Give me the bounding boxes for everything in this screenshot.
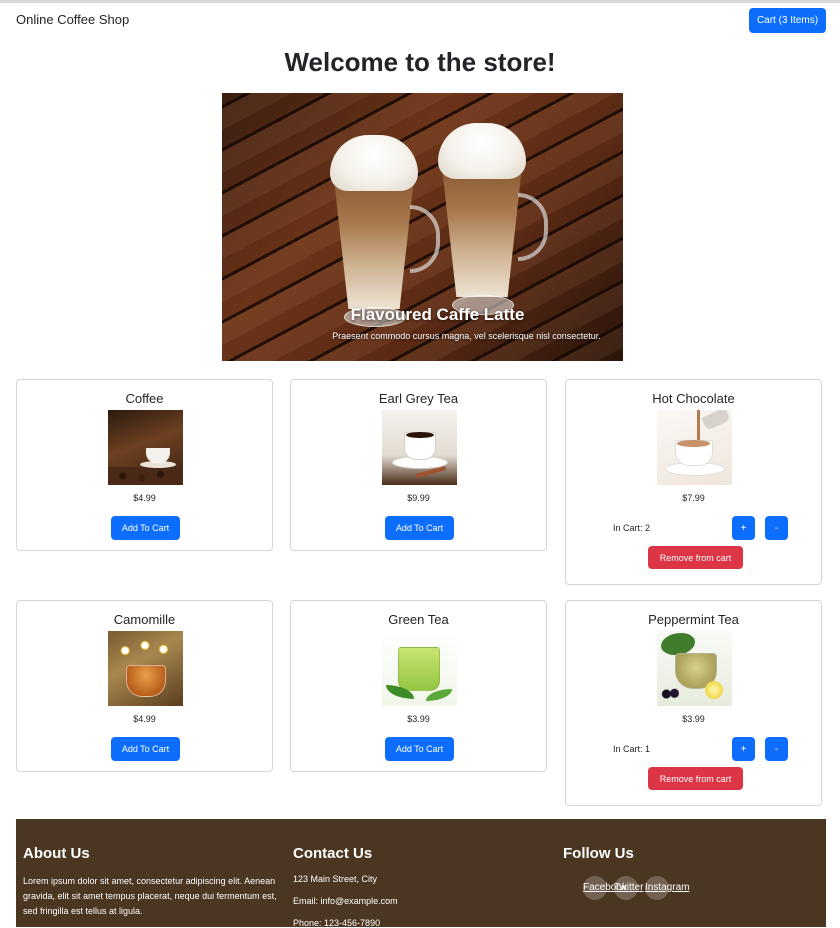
product-price: $7.99: [682, 493, 705, 503]
product-name: Coffee: [125, 391, 164, 406]
product-name: Peppermint Tea: [648, 612, 739, 627]
product-card-coffee: Coffee $4.99 Add To Cart: [16, 379, 273, 551]
twitter-link[interactable]: Twitter: [614, 882, 643, 893]
latte-glass-left: [330, 135, 440, 327]
product-card-camomille: Camomille $4.99 Add To Cart: [16, 600, 273, 772]
navbar-brand[interactable]: Online Coffee Shop: [16, 12, 129, 27]
in-cart-count: In Cart: 2: [613, 523, 651, 533]
product-card-green-tea: Green Tea $3.99 Add To Cart: [290, 600, 547, 772]
latte-glass-right: [438, 123, 548, 315]
product-name: Earl Grey Tea: [378, 391, 459, 406]
product-card-earl-grey-tea: Earl Grey Tea $9.99 Add To Cart: [290, 379, 547, 551]
caption-title: Flavoured Caffe Latte: [350, 305, 525, 324]
about-heading: About Us: [23, 845, 90, 862]
remove-from-cart-button[interactable]: Remove from cart: [648, 546, 743, 569]
page-title: Welcome to the store!: [284, 47, 556, 77]
contact-email: Email: info@example.com: [293, 896, 398, 906]
increase-quantity-button[interactable]: +: [732, 516, 755, 540]
instagram-link[interactable]: Instagram: [645, 882, 689, 893]
product-price: $3.99: [407, 714, 430, 724]
product-price: $3.99: [682, 714, 705, 724]
coffee-image: [108, 410, 183, 485]
green-tea-image: [382, 631, 457, 706]
product-name: Hot Chocolate: [652, 391, 735, 406]
hot-chocolate-image: [657, 410, 732, 485]
follow-section: Follow Us Facebook Twitter Instagram: [563, 845, 813, 900]
follow-heading: Follow Us: [563, 845, 634, 862]
add-to-cart-button[interactable]: Add To Cart: [111, 737, 180, 761]
contact-section: Contact Us 123 Main Street, City Email: …: [293, 845, 398, 928]
product-price: $9.99: [407, 493, 430, 503]
camomille-image: [108, 631, 183, 706]
hero-carousel[interactable]: Flavoured Caffe Latte Praesent commodo c…: [222, 93, 623, 361]
contact-heading: Contact Us: [293, 845, 373, 862]
add-to-cart-button[interactable]: Add To Cart: [385, 737, 454, 761]
contact-address: 123 Main Street, City: [293, 874, 378, 884]
product-name: Camomille: [113, 612, 176, 627]
carousel-caption: Flavoured Caffe Latte Praesent commodo c…: [222, 305, 623, 341]
peppermint-tea-image: [657, 631, 732, 706]
top-border: [0, 0, 840, 3]
product-name: Green Tea: [388, 612, 449, 627]
product-price: $4.99: [133, 493, 156, 503]
add-to-cart-button[interactable]: Add To Cart: [385, 516, 454, 540]
product-card-hot-chocolate: Hot Chocolate $7.99 In Cart: 2 + - Remov…: [565, 379, 822, 585]
about-section: About Us Lorem ipsum dolor sit amet, con…: [23, 845, 277, 919]
increase-quantity-button[interactable]: +: [732, 737, 755, 761]
decrease-quantity-button[interactable]: -: [765, 737, 788, 761]
remove-from-cart-button[interactable]: Remove from cart: [648, 767, 743, 790]
add-to-cart-button[interactable]: Add To Cart: [111, 516, 180, 540]
caption-text: Praesent commodo cursus magna, vel scele…: [332, 331, 601, 341]
about-text: Lorem ipsum dolor sit amet, consectetur …: [23, 876, 277, 916]
decrease-quantity-button[interactable]: -: [765, 516, 788, 540]
earl-grey-tea-image: [382, 410, 457, 485]
cart-button[interactable]: Cart (3 Items): [749, 8, 826, 33]
product-card-peppermint-tea: Peppermint Tea $3.99 In Cart: 1 + - Remo…: [565, 600, 822, 806]
site-footer: About Us Lorem ipsum dolor sit amet, con…: [16, 819, 826, 928]
in-cart-count: In Cart: 1: [613, 744, 651, 754]
product-price: $4.99: [133, 714, 156, 724]
